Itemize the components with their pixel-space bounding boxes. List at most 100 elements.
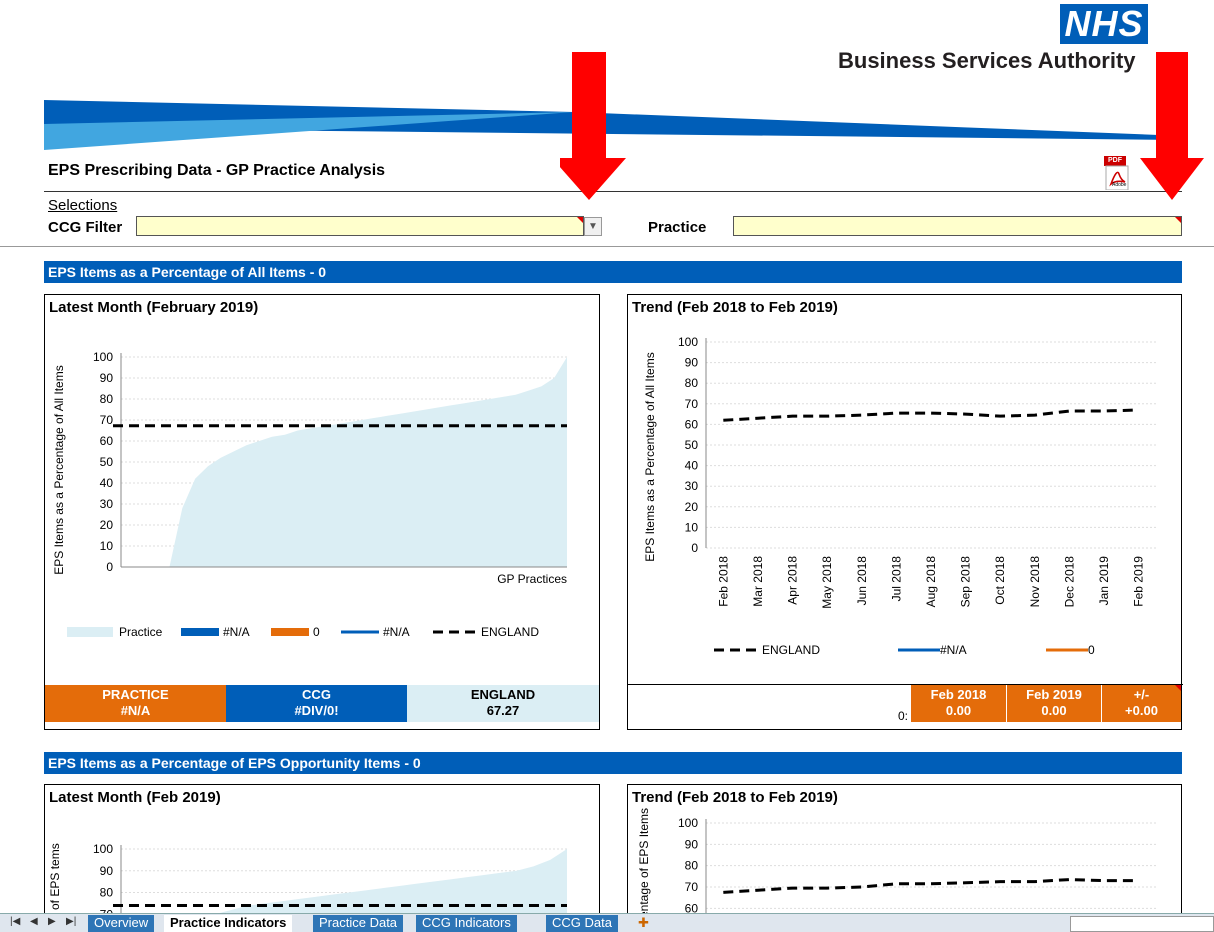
metric-feb-2019-label: Feb 2019 bbox=[1026, 687, 1082, 702]
practice-label: Practice bbox=[648, 219, 707, 236]
ccg-dropdown-button[interactable]: ▼ bbox=[584, 217, 602, 236]
y-tick-label: 80 bbox=[685, 859, 699, 873]
section2-title: EPS Items as a Percentage of EPS Opportu… bbox=[44, 752, 1182, 774]
trend-footer-left: 0: bbox=[898, 709, 909, 723]
selections-heading: Selections bbox=[48, 197, 118, 214]
ccg-filter-input[interactable] bbox=[136, 216, 584, 236]
tab-practice-data[interactable]: Practice Data bbox=[313, 915, 404, 932]
x-axis-label: GP Practices bbox=[497, 572, 567, 586]
y-tick-label: 20 bbox=[100, 518, 114, 532]
y-tick-label: 10 bbox=[685, 520, 699, 534]
tab-ccg-indicators[interactable]: CCG Indicators bbox=[416, 915, 517, 932]
selection-rule bbox=[0, 246, 1214, 247]
legend-england-label: ENGLAND bbox=[481, 625, 539, 639]
first-sheet-button[interactable]: |◀ bbox=[10, 916, 20, 927]
legend-ccg-label: #N/A bbox=[223, 625, 250, 639]
pdf-export-icon[interactable]: PDF Adobe bbox=[1104, 156, 1130, 190]
y-tick-label: 70 bbox=[100, 413, 114, 427]
legend-na-line-label: #N/A bbox=[383, 625, 410, 639]
metric-ccg: CCG #DIV/0! bbox=[226, 685, 407, 722]
x-tick-label: Feb 2019 bbox=[1132, 556, 1146, 607]
y-tick-label: 60 bbox=[100, 434, 114, 448]
metric-feb-2018-label: Feb 2018 bbox=[930, 687, 987, 702]
legend-zero-label: 0 bbox=[313, 625, 320, 639]
metric-feb-2019: Feb 2019 0.00 bbox=[1007, 685, 1101, 722]
y-tick-label: 90 bbox=[100, 371, 114, 385]
metric-ccg-label: CCG bbox=[302, 687, 331, 702]
x-tick-label: Jun 2018 bbox=[855, 556, 869, 606]
latest-month-chart: 0 10 20 30 40 50 60 70 80 90 100 EPS Items as a Per… bbox=[52, 350, 567, 639]
england-trend-line bbox=[723, 408, 1139, 422]
nhs-logo: NHS bbox=[1060, 4, 1148, 44]
ccg-filter-label: CCG Filter bbox=[48, 219, 123, 236]
y-tick-label: 10 bbox=[100, 539, 114, 553]
legend-practice-label: Practice bbox=[119, 625, 163, 639]
metric-england-label: ENGLAND bbox=[470, 687, 536, 702]
pdf-sub: Adobe bbox=[1112, 182, 1127, 188]
x-tick-label: Sep 2018 bbox=[959, 556, 973, 608]
trend-chart-2: 60708090100entage of EPS Items bbox=[637, 808, 1156, 919]
y-tick-label: 50 bbox=[685, 438, 699, 452]
legend-na-line-label: #N/A bbox=[940, 643, 967, 657]
horizontal-scrollbar[interactable] bbox=[1070, 916, 1214, 932]
legend-ccg-swatch bbox=[181, 628, 219, 636]
y-axis-label: EPS Items as a Percentage of All Items bbox=[643, 352, 657, 561]
england-trend-line bbox=[723, 878, 1139, 894]
y-axis-label: EPS Items as a Percentage of All Items bbox=[52, 365, 66, 574]
trend-chart: 0 10 20 30 40 50 60 70 80 90 100 EPS Items as a Per… bbox=[643, 335, 1156, 657]
y-tick-label: 100 bbox=[93, 842, 113, 856]
x-tick-label: Dec 2018 bbox=[1062, 556, 1076, 608]
y-tick-label: 90 bbox=[685, 837, 699, 851]
prev-sheet-button[interactable]: ◀ bbox=[30, 916, 38, 927]
metric-practice-value: #N/A bbox=[120, 703, 151, 718]
x-tick-label: Jan 2019 bbox=[1097, 556, 1111, 606]
y-axis-label: tage of EPS tems bbox=[48, 843, 62, 924]
latest-month-panel-2: Latest Month (Feb 2019) 708090100tage of… bbox=[44, 784, 600, 924]
metric-ccg-value: #DIV/0! bbox=[294, 703, 339, 718]
tab-overview[interactable]: Overview bbox=[88, 915, 155, 932]
legend-practice-swatch bbox=[67, 627, 113, 637]
y-axis-label: entage of EPS Items bbox=[637, 808, 651, 918]
x-tick-label: Feb 2018 bbox=[716, 556, 730, 607]
x-tick-label: Oct 2018 bbox=[993, 556, 1007, 605]
practice-input[interactable] bbox=[733, 216, 1182, 236]
metric-change: +/- +0.00 bbox=[1102, 685, 1181, 722]
y-tick-label: 90 bbox=[100, 864, 114, 878]
y-tick-label: 40 bbox=[685, 459, 699, 473]
y-tick-label: 70 bbox=[685, 397, 699, 411]
metric-practice: PRACTICE #N/A bbox=[45, 685, 226, 722]
tab-practice-indicators[interactable]: Practice Indicators bbox=[164, 915, 293, 932]
y-tick-label: 0 bbox=[691, 541, 698, 555]
sheet-tab-bar: |◀ ◀ ▶ ▶| Overview Practice Indicators P… bbox=[0, 913, 1214, 932]
legend-zero-line-label: 0 bbox=[1088, 643, 1095, 657]
y-tick-label: 100 bbox=[93, 350, 113, 364]
tab-ccg-data[interactable]: CCG Data bbox=[546, 915, 618, 932]
metric-feb-2018-value: 0.00 bbox=[945, 703, 972, 718]
metric-change-value: +0.00 bbox=[1125, 703, 1158, 718]
y-tick-label: 40 bbox=[100, 476, 114, 490]
red-arrow-left bbox=[560, 52, 626, 200]
y-tick-label: 30 bbox=[685, 479, 699, 493]
x-tick-label: Apr 2018 bbox=[786, 556, 800, 605]
metric-feb-2019-value: 0.00 bbox=[1041, 703, 1067, 718]
red-arrow-right bbox=[1140, 52, 1204, 200]
x-tick-label: Aug 2018 bbox=[924, 556, 938, 608]
legend-zero-swatch bbox=[271, 628, 309, 636]
org-name: Business Services Authority bbox=[838, 48, 1136, 73]
y-tick-label: 20 bbox=[685, 500, 699, 514]
metric-england: ENGLAND 67.27 bbox=[407, 685, 599, 722]
y-tick-label: 80 bbox=[685, 376, 699, 390]
y-tick-label: 80 bbox=[100, 392, 114, 406]
latest-month-chart-2: 708090100tage of EPS tems bbox=[48, 842, 567, 924]
legend-england-label: ENGLAND bbox=[762, 643, 820, 657]
y-tick-label: 100 bbox=[678, 816, 698, 830]
x-tick-label: Jul 2018 bbox=[889, 556, 903, 602]
new-sheet-icon[interactable]: ✚ bbox=[632, 915, 655, 932]
last-sheet-button[interactable]: ▶| bbox=[66, 916, 76, 927]
metric-feb-2018: Feb 2018 0.00 bbox=[911, 685, 1006, 722]
x-tick-label: Mar 2018 bbox=[751, 556, 765, 607]
next-sheet-button[interactable]: ▶ bbox=[48, 916, 56, 927]
y-tick-label: 60 bbox=[685, 417, 699, 431]
y-tick-label: 50 bbox=[100, 455, 114, 469]
metric-change-label: +/- bbox=[1133, 687, 1150, 702]
